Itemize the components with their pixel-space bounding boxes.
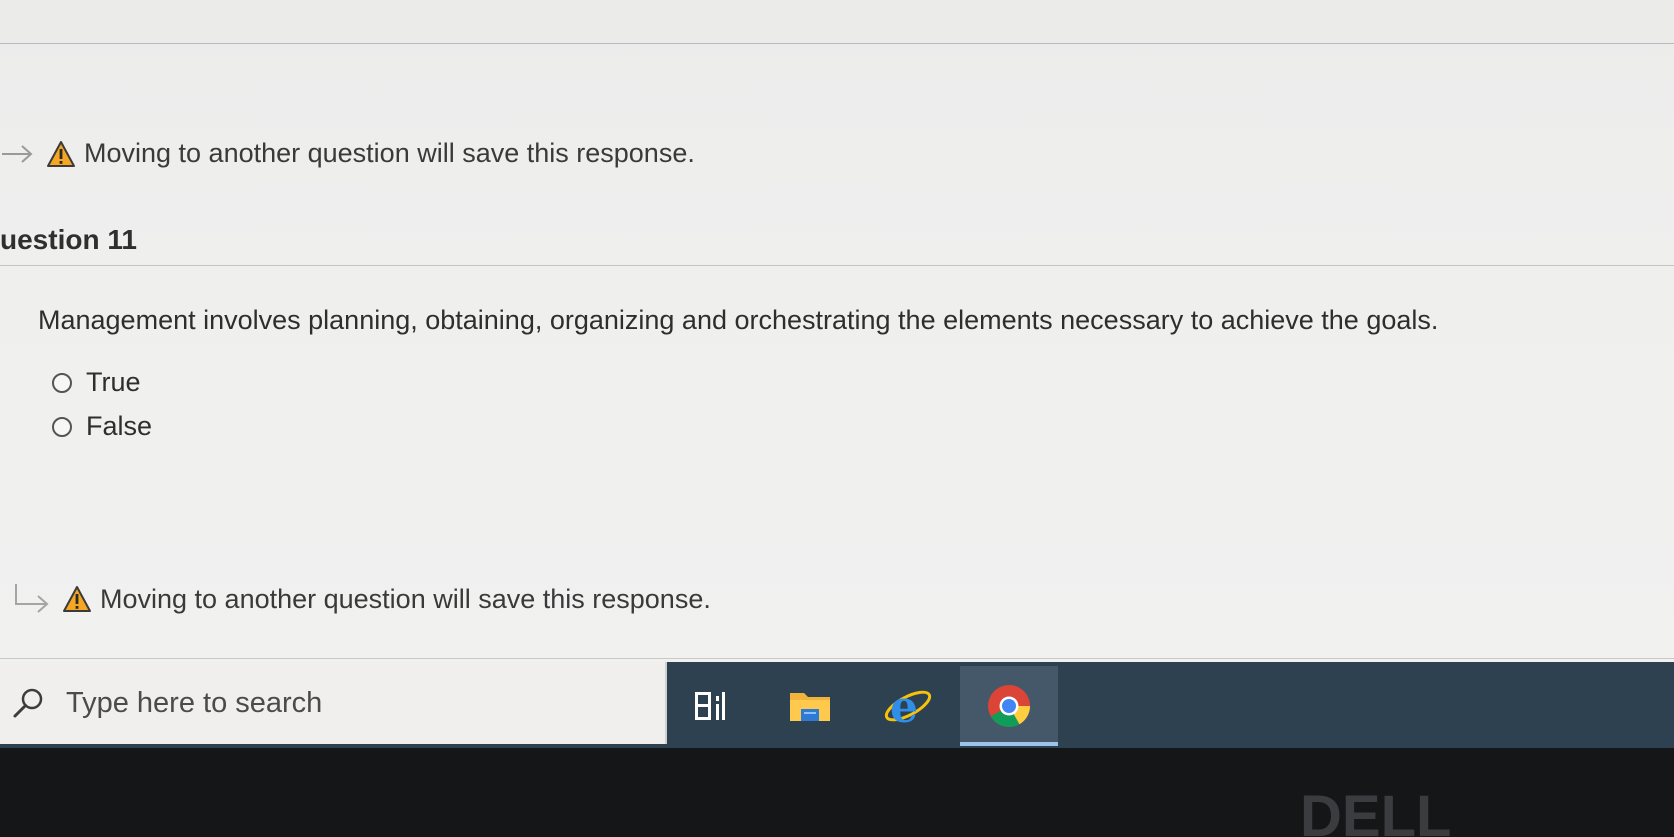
- question-text: Management involves planning, obtaining,…: [38, 305, 1439, 335]
- option-true-label: True: [86, 367, 141, 397]
- question-divider: [0, 265, 1674, 266]
- save-notice-top: Moving to another question will save thi…: [0, 138, 695, 169]
- chrome-icon[interactable]: [983, 680, 1035, 732]
- return-arrow-icon: [15, 584, 49, 613]
- search-placeholder: Type here to search: [66, 686, 323, 719]
- save-notice-text: Moving to another question will save thi…: [100, 583, 711, 614]
- save-notice-bottom: Moving to another question will save thi…: [8, 582, 711, 616]
- svg-text:e: e: [890, 682, 918, 730]
- option-false-label: False: [86, 411, 153, 441]
- search-icon: [13, 688, 43, 718]
- right-arrow-icon: [2, 144, 33, 163]
- monitor-bezel: DELL: [0, 748, 1674, 837]
- warning-icon: [47, 140, 75, 167]
- option-false[interactable]: False: [52, 411, 152, 442]
- top-divider: [0, 43, 1674, 44]
- svg-text:DELL: DELL: [1300, 790, 1451, 837]
- page-bottom-divider: [0, 658, 1674, 659]
- page-top-strip: [0, 0, 1674, 43]
- browser-page: Moving to another question will save thi…: [0, 0, 1674, 672]
- question-title: uestion 11: [0, 224, 137, 255]
- radio-false[interactable]: [52, 416, 72, 437]
- taskbar-search[interactable]: Type here to search: [0, 662, 667, 744]
- task-view-icon[interactable]: [686, 680, 738, 732]
- internet-explorer-icon[interactable]: e: [882, 680, 934, 732]
- radio-true[interactable]: [52, 372, 72, 393]
- dell-logo-icon: DELL: [1300, 790, 1451, 837]
- file-explorer-icon[interactable]: [784, 680, 836, 732]
- option-true[interactable]: True: [52, 367, 141, 398]
- save-notice-text: Moving to another question will save thi…: [84, 138, 695, 168]
- warning-icon: [63, 586, 91, 612]
